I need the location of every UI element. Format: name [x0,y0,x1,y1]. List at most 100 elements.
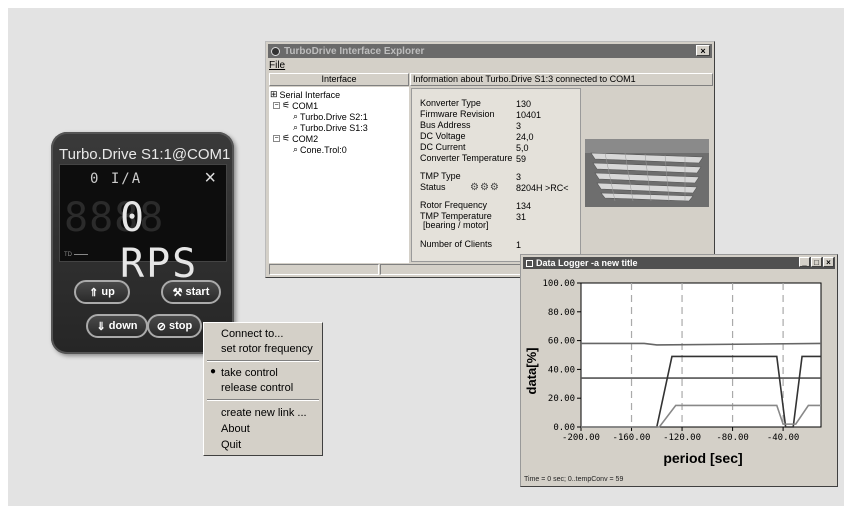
device-title: Turbo.Drive S1:1@COM1 [59,146,231,163]
firmware-label: Firmware Revision [420,109,495,119]
collapse-icon[interactable]: − [273,102,280,109]
tree-item-com1[interactable]: − ⚟ COM1 [273,100,318,111]
menu-item-take-control-label: take control [221,367,278,379]
stop-button[interactable]: ⊘ stop [147,314,202,338]
converter-type-value: 130 [516,99,532,109]
converter-type-label: Konverter Type [420,98,481,108]
minimize-icon[interactable]: _ [799,257,810,267]
tree-label: Cone.Trol:0 [300,144,347,155]
tree-column-header[interactable]: Interface [269,73,409,86]
maximize-icon[interactable]: □ [811,257,822,267]
device-context-menu: Connect to... set rotor frequency ● take… [203,322,323,456]
y-tick-label: 100.00 [542,279,575,289]
status-label-row: Status ⚙⚙⚙ [420,182,499,193]
x-tick-label: -40.00 [767,433,800,443]
dc-voltage-value: 24,0 [516,132,534,142]
tmp-temperature-sublabel: [bearing / motor] [423,220,489,230]
tree-item-device[interactable]: ⌕ Cone.Trol:0 [293,144,347,155]
y-tick-label: 80.00 [548,308,575,318]
tree-label: Turbo.Drive S2:1 [300,111,368,122]
status-value: 8204H >RC< [516,183,569,193]
stop-button-label: stop [168,320,193,332]
collapse-icon[interactable]: − [273,135,280,142]
clients-label: Number of Clients [420,239,493,249]
dc-current-label: DC Current [420,142,466,152]
y-tick-label: 0.00 [553,423,575,433]
down-button-label: down [108,320,138,332]
close-icon[interactable]: × [823,257,834,267]
wrench-icon: ⚒ [172,286,183,299]
dc-current-value: 5,0 [516,143,529,153]
start-button[interactable]: ⚒ start [161,280,221,304]
checked-bullet-icon: ● [210,366,217,377]
magnifier-icon: ⌕ [293,122,299,132]
up-button[interactable]: ⇑ up [74,280,130,304]
tree-item-device[interactable]: ⌕ Turbo.Drive S2:1 [293,111,368,122]
interface-explorer-window: TurboDrive Interface Explorer × File Int… [265,41,715,278]
status-gear-icons: ⚙⚙⚙ [470,182,500,193]
menu-separator [207,360,319,362]
converter-temperature-value: 59 [516,154,527,164]
tree-label: COM1 [292,100,319,111]
status-label: Status [420,182,446,192]
chart-icon [526,259,533,267]
lcd-display: 0 I/A × 8888 0 RPS TD [59,164,227,287]
y-tick-label: 20.00 [548,394,575,404]
rotor-photo-illustration [585,139,709,207]
interface-tree: ⊞ Serial Interface − ⚟ COM1 ⌕ Turbo.Driv… [269,87,409,263]
x-tick-label: -200.00 [562,433,600,443]
window-controls: _ □ × [799,257,834,267]
rotor-frequency-value: 134 [516,201,532,211]
device-info-panel: Konverter Type 130 Firmware Revision 104… [411,88,581,262]
tmp-temperature-label: TMP Temperature [bearing / motor] [420,212,492,230]
menu-item-release-control[interactable]: release control [221,382,293,394]
magnifier-icon: ⌕ [293,111,299,121]
tree-item-com2[interactable]: − ⚟ COM2 [273,133,318,144]
lcd-current-readout: 0 I/A [90,171,143,187]
app-icon [271,46,280,56]
tree-label: Serial Interface [279,89,341,100]
firmware-value: 10401 [516,110,542,120]
plug-icon: ⚟ [282,100,291,110]
menu-item-quit[interactable]: Quit [221,439,241,451]
data-chart: 0.00 20.00 40.00 60.00 80.00 100.00 -200.00 -1… [523,271,837,469]
down-button[interactable]: ⇓ down [86,314,148,338]
start-button-label: start [185,286,210,298]
dc-voltage-label: DC Voltage [420,131,466,141]
bus-address-value: 3 [516,121,522,131]
network-icon: ⊞ [270,89,278,99]
menu-item-take-control[interactable]: ● take control [210,366,278,379]
tree-item-device[interactable]: ⌕ Turbo.Drive S1:3 [293,122,368,133]
logger-title: Data Logger -a new title [536,258,638,268]
menu-item-about[interactable]: About [221,423,250,435]
device-info-pane: Konverter Type 130 Firmware Revision 104… [410,87,713,263]
logger-status: Time = 0 sec; 0..tempConv = 59 [524,476,624,483]
explorer-title: TurboDrive Interface Explorer [284,45,425,57]
menu-item-connect[interactable]: Connect to... [221,328,283,340]
tmp-type-value: 3 [516,172,522,182]
magnifier-icon: ⌕ [293,144,299,154]
tmp-temperature-value: 31 [516,212,527,222]
lcd-close-icon[interactable]: × [204,167,216,190]
tree-item-serial-interface[interactable]: ⊞ Serial Interface [270,89,340,100]
down-arrow-icon: ⇓ [96,320,106,333]
up-arrow-icon: ⇑ [89,286,99,299]
explorer-title-bar[interactable]: TurboDrive Interface Explorer × [268,44,712,58]
close-icon[interactable]: × [696,45,710,56]
clients-value: 1 [516,240,522,250]
stop-icon: ⊘ [156,320,166,333]
y-tick-label: 40.00 [548,365,575,375]
data-logger-window: Data Logger -a new title _ □ × 0.00 20.00… [520,254,838,487]
bus-address-label: Bus Address [420,120,471,130]
menu-item-set-rotor-frequency[interactable]: set rotor frequency [221,343,313,355]
y-axis-label: data[%] [524,348,539,395]
lcd-footer-label: TD [64,252,88,258]
x-tick-label: -80.00 [716,433,749,443]
logger-title-bar[interactable]: Data Logger -a new title _ □ × [523,257,835,269]
status-segment [269,264,379,275]
lcd-speed-readout: 0 RPS [120,195,199,287]
info-column-header[interactable]: Information about Turbo.Drive S1:3 conne… [410,73,713,86]
menu-file[interactable]: File [269,60,285,71]
converter-temperature-label: Converter Temperature [420,153,513,163]
menu-item-create-new-link[interactable]: create new link ... [221,407,307,419]
